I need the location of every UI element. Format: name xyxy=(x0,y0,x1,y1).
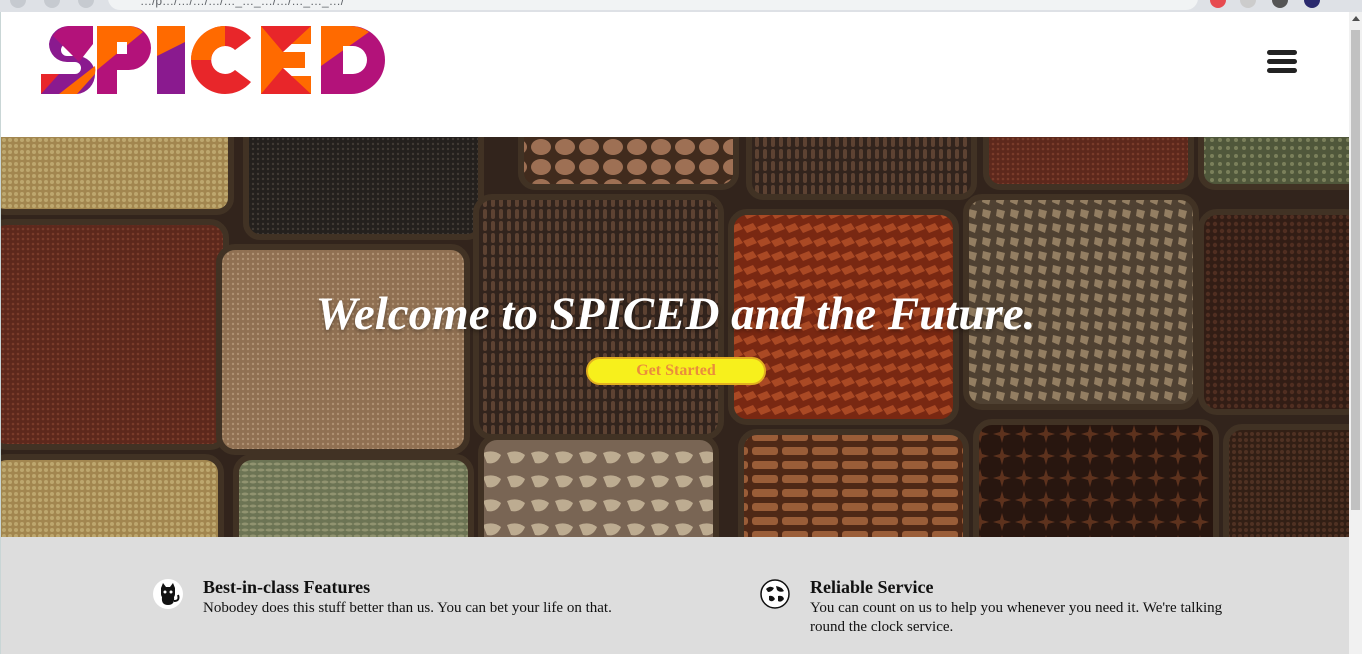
profile-avatar[interactable] xyxy=(1304,0,1320,8)
feature-title: Best-in-class Features xyxy=(203,577,371,597)
logo-letter-i xyxy=(157,26,185,94)
site-header xyxy=(1,12,1349,137)
hero-title: Welcome to SPICED and the Future. xyxy=(315,288,1036,340)
logo-letter-d xyxy=(321,26,385,94)
scrollbar-thumb[interactable] xyxy=(1351,30,1360,510)
hero-banner: Welcome to SPICED and the Future. Get St… xyxy=(1,137,1349,537)
menu-bar xyxy=(1267,50,1297,55)
features-section: Best-in-class Features Nobodey does this… xyxy=(1,537,1349,654)
feature-title: Reliable Service xyxy=(810,577,934,597)
hamburger-menu-icon[interactable] xyxy=(1267,50,1297,74)
get-started-button[interactable]: Get Started xyxy=(586,357,766,385)
feature-text: Nobodey does this stuff better than us. … xyxy=(203,600,612,616)
address-bar-url[interactable]: …/p…/…/…/…/…_…_…/…/…_…_…/ xyxy=(140,0,344,8)
logo-letter-c xyxy=(191,26,255,95)
extension-icon[interactable] xyxy=(1240,0,1256,8)
logo-letter-s xyxy=(41,26,96,94)
back-icon[interactable] xyxy=(10,0,26,8)
cat-icon xyxy=(153,579,183,609)
globe-icon xyxy=(760,579,790,609)
page-viewport: Welcome to SPICED and the Future. Get St… xyxy=(0,12,1349,654)
reload-icon[interactable] xyxy=(78,0,94,8)
forward-icon[interactable] xyxy=(44,0,60,8)
menu-bar xyxy=(1267,68,1297,73)
menu-bar xyxy=(1267,59,1297,64)
extension-icon[interactable] xyxy=(1272,0,1288,8)
spiced-logo[interactable] xyxy=(39,26,387,96)
logo-letter-p xyxy=(97,26,151,94)
browser-toolbar: …/p…/…/…/…/…_…_…/…/…_…_…/ xyxy=(0,0,1362,12)
scroll-up-arrow-icon[interactable] xyxy=(1352,16,1360,21)
logo-letter-e xyxy=(261,26,311,94)
feature-text: You can count on us to help you whenever… xyxy=(810,600,1223,635)
extension-icon[interactable] xyxy=(1210,0,1226,8)
